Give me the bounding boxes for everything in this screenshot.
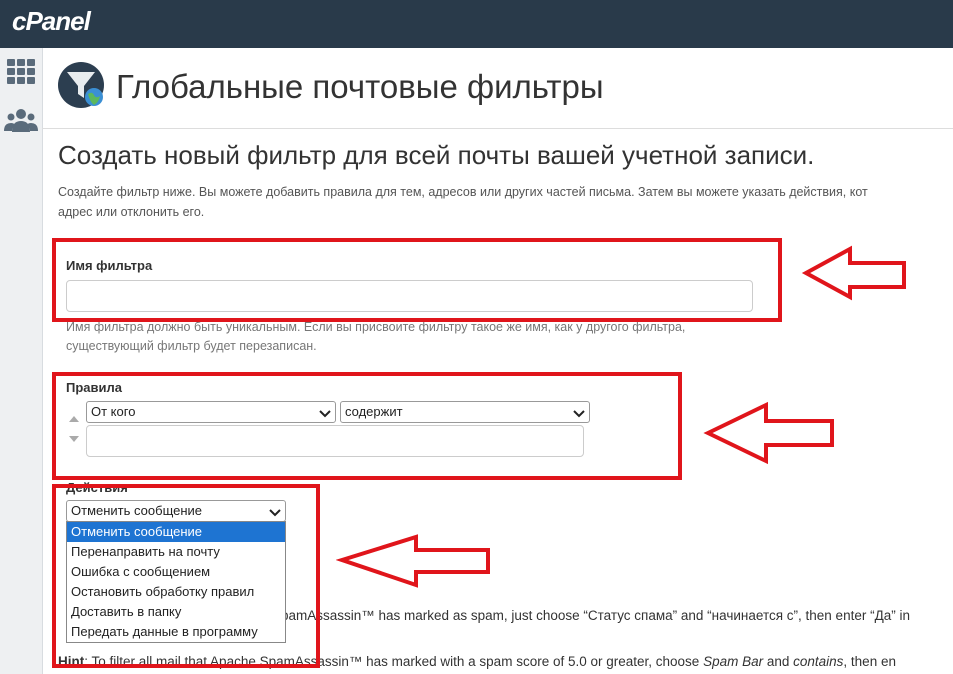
hint-text-1: SpamAssassin™ has marked as spam, just c…: [272, 608, 910, 623]
annotation-box-filter-name: [52, 238, 782, 322]
section-description: Создайте фильтр ниже. Вы можете добавить…: [58, 185, 868, 219]
top-bar: cPanel: [0, 0, 953, 48]
grid-icon[interactable]: [4, 54, 38, 88]
section-title: Создать новый фильтр для всей почты ваше…: [58, 140, 815, 170]
cpanel-logo[interactable]: cPanel: [12, 6, 91, 37]
annotation-arrow-icon: [703, 401, 834, 465]
page-header: Глобальные почтовые фильтры: [42, 48, 953, 129]
annotation-arrow-icon: [336, 534, 490, 588]
annotation-arrow-icon: [801, 245, 906, 301]
users-icon[interactable]: [4, 104, 38, 138]
annotation-box-actions: [52, 484, 320, 668]
sidebar: [0, 48, 43, 674]
annotation-box-rules: [52, 372, 682, 480]
filter-name-help: Имя фильтра должно быть уникальным. Если…: [66, 320, 686, 353]
filter-globe-icon: [57, 60, 107, 110]
page-title: Глобальные почтовые фильтры: [116, 68, 604, 105]
